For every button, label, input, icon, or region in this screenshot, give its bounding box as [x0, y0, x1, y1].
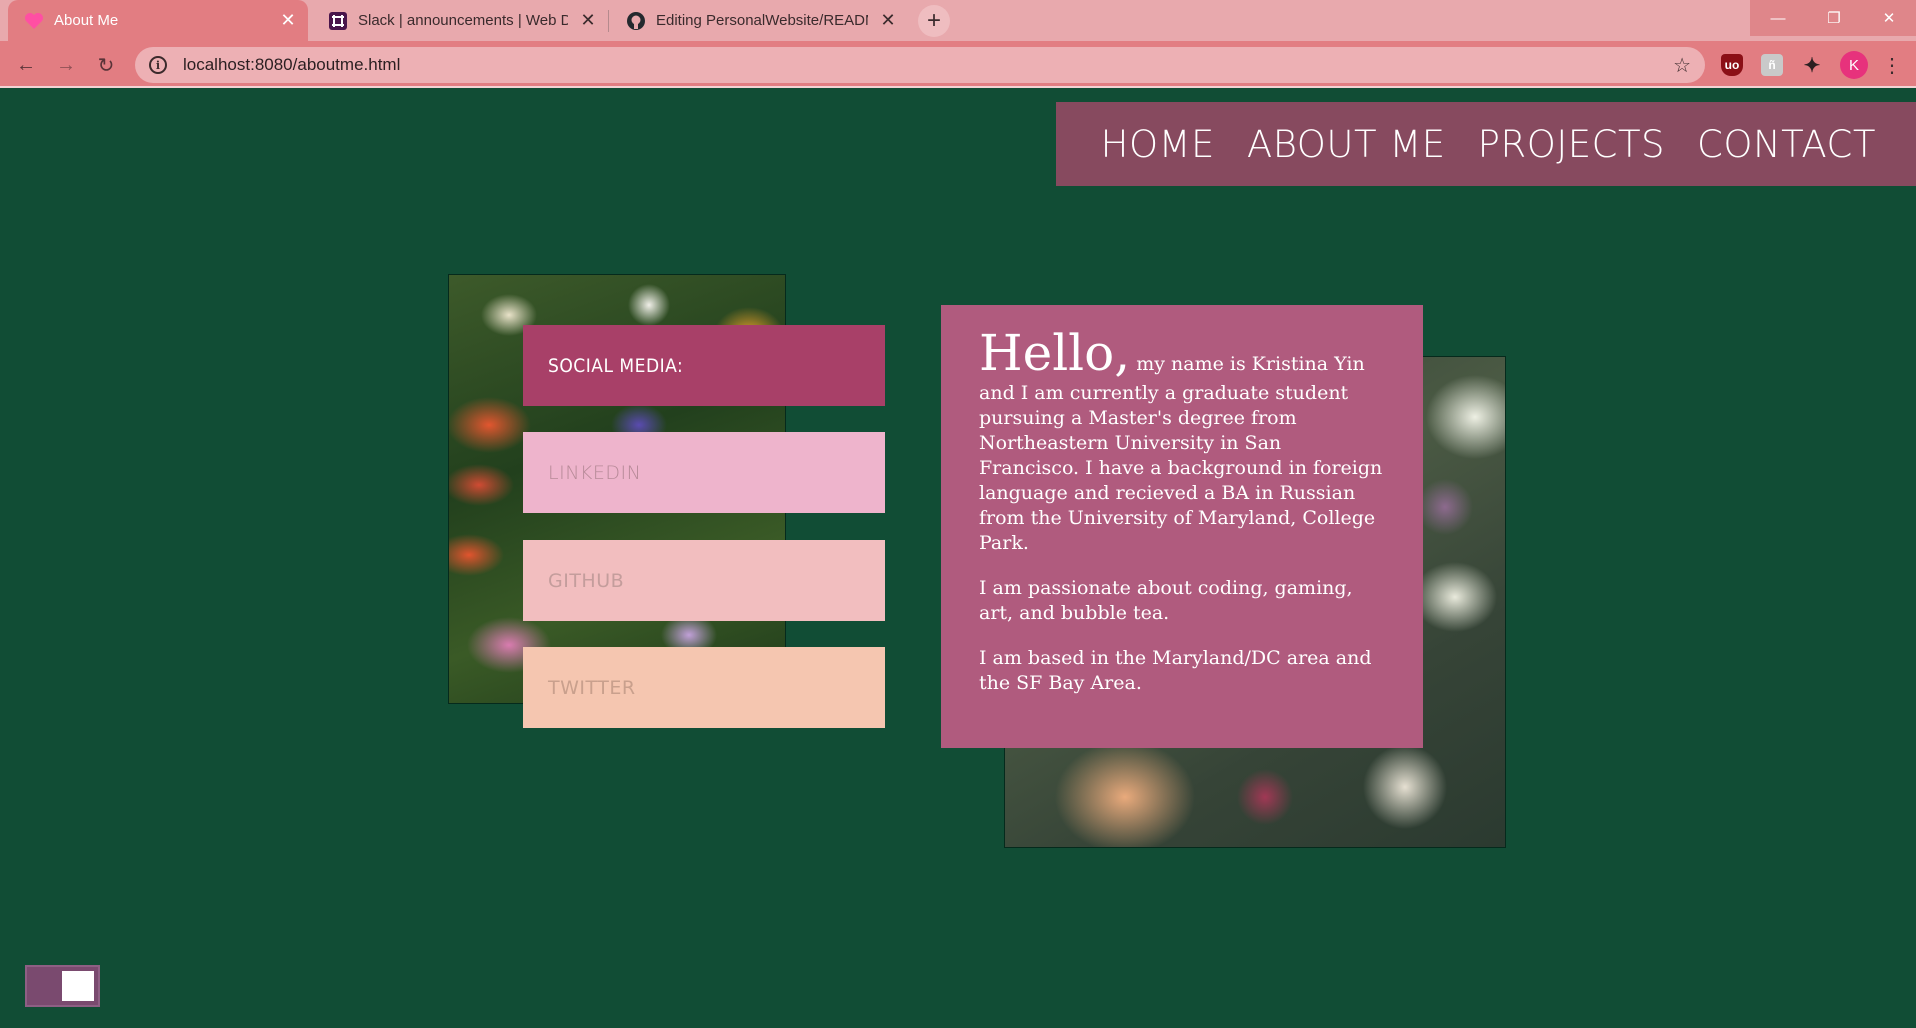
site-info-icon[interactable]: i [149, 56, 167, 74]
close-tab-icon[interactable]: ✕ [576, 9, 600, 33]
tab-slack[interactable]: Slack | announcements | Web De ✕ [312, 0, 608, 41]
theme-toggle[interactable] [25, 965, 100, 1007]
about-location: I am based in the Maryland/DC area and t… [979, 647, 1372, 694]
nav-projects[interactable]: PROJECTS [1478, 123, 1665, 166]
intro-text: my name is Kristina Yin and I am current… [979, 353, 1383, 554]
tab-title: Editing PersonalWebsite/READM [656, 12, 868, 29]
about-me-card: Hello, my name is Kristina Yin and I am … [941, 305, 1423, 748]
minimize-icon[interactable]: — [1750, 0, 1806, 36]
tab-title: About Me [54, 12, 119, 29]
extension-icon[interactable]: ñ [1761, 54, 1783, 76]
tab-about-me[interactable]: About Me ✕ [8, 0, 308, 41]
nav-home[interactable]: HOME [1101, 123, 1215, 166]
reload-icon[interactable]: ↻ [90, 49, 122, 81]
close-window-icon[interactable]: ✕ [1862, 0, 1916, 36]
address-toolbar: ← → ↻ i localhost:8080/aboutme.html ☆ uo… [0, 41, 1916, 88]
slack-icon [328, 11, 348, 31]
github-link[interactable]: GITHUB [523, 540, 885, 621]
toggle-knob [62, 971, 94, 1001]
linkedin-link[interactable]: LINKEDIN [523, 432, 885, 513]
nav-contact[interactable]: CONTACT [1697, 123, 1876, 166]
close-tab-icon[interactable]: ✕ [876, 9, 900, 33]
twitter-link[interactable]: TWITTER [523, 647, 885, 728]
browser-tab-strip: About Me ✕ Slack | announcements | Web D… [0, 0, 1916, 41]
new-tab-button[interactable]: + [918, 5, 950, 37]
profile-avatar[interactable]: K [1840, 51, 1868, 79]
forward-icon[interactable]: → [50, 49, 82, 81]
back-icon[interactable]: ← [10, 49, 42, 81]
puzzle-extensions-icon[interactable]: ✦ [1801, 54, 1823, 77]
heart-icon [24, 11, 44, 31]
about-intro: Hello, my name is Kristina Yin and I am … [979, 325, 1385, 556]
close-tab-icon[interactable]: ✕ [276, 9, 300, 33]
greeting: Hello, [979, 324, 1131, 382]
address-bar[interactable]: i localhost:8080/aboutme.html ☆ [135, 47, 1705, 83]
tab-separator [608, 10, 609, 32]
url-text[interactable]: localhost:8080/aboutme.html [183, 55, 400, 75]
tab-github[interactable]: Editing PersonalWebsite/READM ✕ [610, 0, 908, 41]
restore-icon[interactable]: ❐ [1806, 0, 1862, 36]
ublock-extension-icon[interactable]: uo [1721, 54, 1743, 76]
about-passions: I am passionate about coding, gaming, ar… [979, 577, 1353, 624]
social-media-heading: SOCIAL MEDIA: [523, 325, 885, 406]
nav-about-me[interactable]: ABOUT ME [1247, 123, 1446, 166]
bookmark-star-icon[interactable]: ☆ [1673, 53, 1691, 78]
tab-title: Slack | announcements | Web De [358, 12, 568, 29]
page-viewport: HOME ABOUT ME PROJECTS CONTACT SOCIAL ME… [0, 90, 1916, 1028]
browser-menu-icon[interactable]: ⋮ [1880, 53, 1904, 77]
site-nav: HOME ABOUT ME PROJECTS CONTACT [1056, 102, 1916, 186]
github-icon [626, 11, 646, 31]
